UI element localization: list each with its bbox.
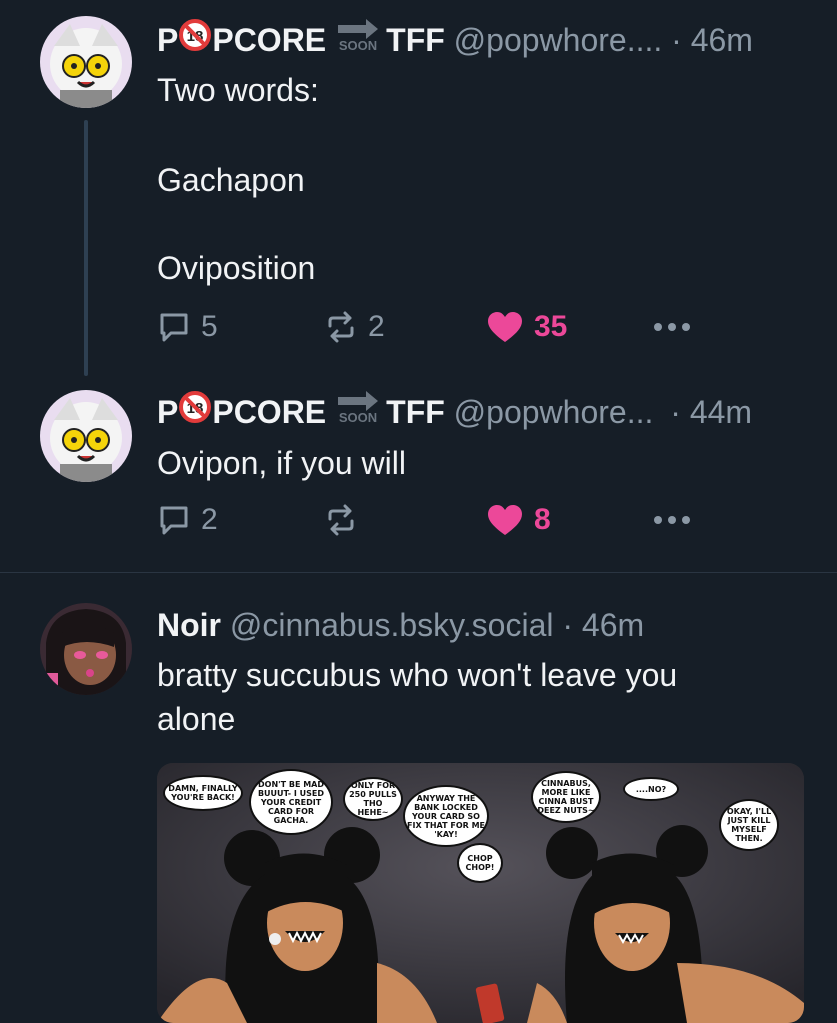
heart-icon [488, 505, 522, 535]
separator: · [562, 607, 574, 643]
reply-icon [160, 313, 188, 342]
like-count: 35 [534, 310, 568, 343]
speech-bubble: ONLY FOR 250 PULLS THO HEHE~ [343, 777, 403, 821]
post-text: Ovipon, if you will [157, 441, 406, 485]
reply-button[interactable]: 5 [157, 307, 218, 347]
more-button[interactable] [652, 307, 692, 347]
like-count: 8 [534, 503, 551, 536]
thread-line [84, 120, 88, 376]
display-name[interactable]: P18PCORESOONTFF [157, 19, 445, 58]
arrow-soon-icon: SOON [336, 389, 380, 432]
speech-bubble: ....NO? [623, 777, 679, 801]
repost-button[interactable] [324, 500, 368, 540]
more-icon [654, 516, 690, 524]
post-image[interactable]: DAMN, FINALLY YOU'RE BACK! DON'T BE MAD … [157, 763, 804, 1023]
arrow-soon-icon: SOON [336, 17, 380, 60]
post-line: Gachapon [157, 162, 305, 198]
timestamp[interactable]: 44m [690, 394, 752, 430]
avatar[interactable] [40, 16, 132, 108]
reply-count: 2 [201, 503, 218, 536]
reply-count: 5 [201, 310, 218, 343]
avatar[interactable] [40, 390, 132, 482]
reply-icon [160, 506, 188, 535]
reply-button[interactable]: 2 [157, 500, 218, 540]
repost-count: 2 [368, 310, 385, 343]
separator: · [671, 22, 682, 58]
separator: · [670, 394, 681, 430]
svg-text:SOON: SOON [339, 410, 377, 423]
post-line: Ovipon, if you will [157, 445, 406, 481]
svg-text:SOON: SOON [339, 38, 377, 51]
post-line: bratty succubus who won't leave you [157, 657, 678, 693]
repost-button[interactable]: 2 [324, 307, 385, 347]
display-name[interactable]: Noir [157, 607, 221, 643]
post-header: P18PCORESOONTFF @popwhore... · 44m [157, 391, 752, 436]
no-entry-18-icon: 18 [178, 18, 212, 61]
speech-bubble: CINNABUS, MORE LIKE CINNA BUST DEEZ NUTS… [531, 771, 601, 823]
display-name[interactable]: P18PCORESOONTFF [157, 391, 445, 430]
handle[interactable]: @cinnabus.bsky.social [230, 607, 554, 643]
post-actions: 2 8 [157, 500, 797, 540]
speech-bubble: CHOP CHOP! [457, 843, 503, 883]
avatar[interactable] [40, 603, 132, 695]
repost-icon [328, 504, 354, 536]
repost-icon [328, 311, 354, 343]
timestamp[interactable]: 46m [582, 607, 644, 643]
handle[interactable]: @popwhore... [454, 394, 654, 430]
post-line: alone [157, 701, 236, 737]
post-text: bratty succubus who won't leave you alon… [157, 653, 677, 741]
speech-bubble: DAMN, FINALLY YOU'RE BACK! [163, 775, 243, 811]
more-button[interactable] [652, 500, 692, 540]
timestamp[interactable]: 46m [691, 22, 753, 58]
more-icon [654, 323, 690, 331]
post-header: P18PCORESOONTFF @popwhore.... · 46m [157, 19, 753, 64]
divider [0, 572, 837, 573]
no-entry-18-icon: 18 [178, 390, 212, 433]
handle[interactable]: @popwhore.... [454, 22, 663, 58]
speech-bubble: ANYWAY THE BANK LOCKED YOUR CARD SO FIX … [403, 785, 489, 847]
post-line: Oviposition [157, 250, 316, 286]
speech-bubble: DON'T BE MAD BUUUT- I USED YOUR CREDIT C… [249, 769, 333, 835]
speech-bubble: OKAY, I'LL JUST KILL MYSELF THEN. [719, 799, 779, 851]
like-button[interactable]: 35 [486, 307, 567, 347]
post-line: Two words: [157, 72, 319, 108]
post-actions: 5 2 35 [157, 307, 797, 347]
post-header: Noir @cinnabus.bsky.social · 46m [157, 605, 644, 645]
like-button[interactable]: 8 [486, 500, 551, 540]
heart-icon [488, 312, 522, 342]
